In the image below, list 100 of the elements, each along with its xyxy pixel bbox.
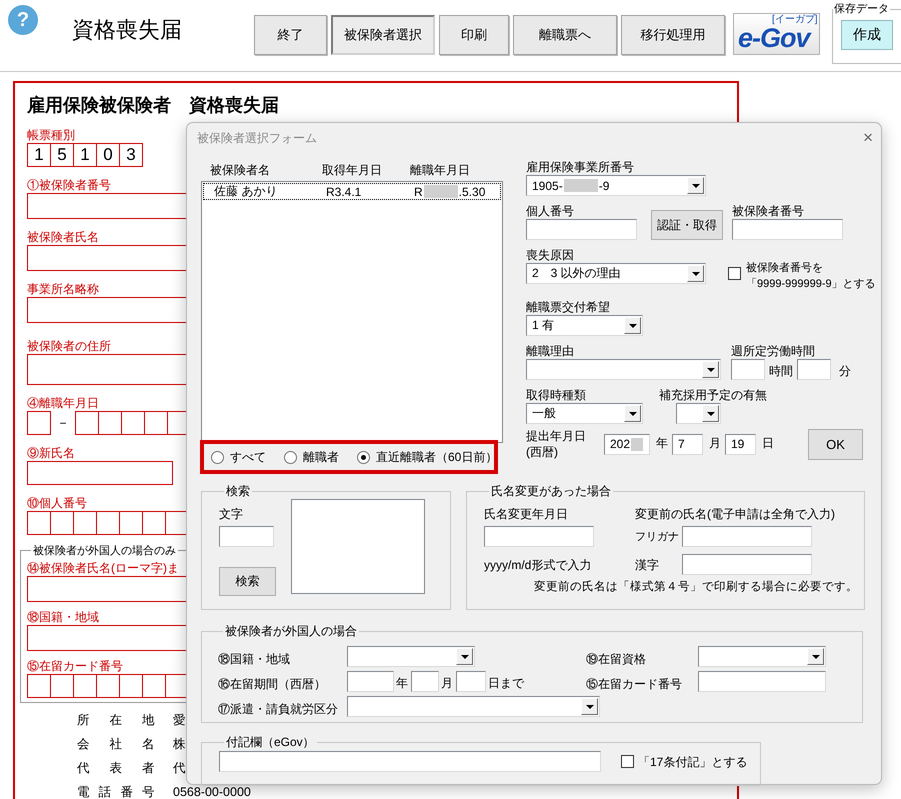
dropdown[interactable]: 1 有 (526, 315, 643, 336)
field-label: ⑨新氏名 (27, 445, 75, 461)
list-cell-text: 佐藤 あかり (214, 183, 278, 200)
toolbar-button[interactable]: 被保険者選択 (331, 15, 435, 55)
group-label: 被保険者が外国人の場合 (224, 624, 358, 638)
digit-cell (142, 674, 166, 698)
group-label: 検索 (225, 484, 251, 498)
digit-cell (121, 411, 145, 435)
input-field[interactable] (219, 526, 274, 547)
create-button[interactable]: 作成 (841, 20, 893, 50)
dropdown-button[interactable] (702, 405, 719, 422)
company-value: 0568-00-0000 (173, 786, 251, 798)
close-button[interactable]: × (863, 129, 873, 147)
checkbox[interactable] (728, 267, 741, 280)
checkbox-label[interactable]: 「9999-999999-9」とする (746, 276, 876, 292)
digit-cell (27, 511, 51, 535)
dropdown[interactable] (526, 359, 721, 380)
field-label: 離職理由 (526, 343, 575, 359)
list-box[interactable]: 佐藤 あかり R3.4.1 R .5.30 (201, 181, 503, 443)
redaction-mark (631, 438, 643, 450)
unit-label: 分 (839, 363, 851, 380)
input-field[interactable]: 7 (672, 434, 703, 454)
checkbox[interactable] (621, 755, 634, 768)
form-heading: 雇用保険被保険者 資格喪失届 (27, 94, 280, 117)
dropdown[interactable] (347, 696, 600, 717)
toolbar-button[interactable]: 移行処理用 (621, 15, 725, 55)
field-label: 氏名変更年月日 (484, 506, 569, 522)
radio-label[interactable]: 直近離職者（60日前） (376, 449, 498, 465)
input-field[interactable] (484, 526, 594, 547)
group-label: 付記欄（eGov） (225, 735, 316, 749)
input-field[interactable] (797, 359, 831, 380)
input-field[interactable]: 202 (604, 434, 650, 454)
toolbar-button[interactable]: 終了 (254, 15, 327, 55)
dropdown-button[interactable] (624, 317, 641, 334)
unit-label: 日 (762, 435, 774, 452)
digit-cell (119, 674, 143, 698)
dropdown-button[interactable] (687, 177, 704, 194)
dropdown[interactable] (676, 403, 721, 424)
egov-logo[interactable]: e-Gov [イーガブ] (733, 13, 820, 55)
dropdown[interactable]: 一般 (526, 403, 643, 424)
dropdown-button[interactable] (687, 265, 704, 282)
company-value: 愛 (173, 714, 186, 726)
input-field[interactable] (682, 554, 812, 575)
toolbar-button[interactable]: 離職票へ (513, 15, 617, 55)
field-label: 事業所名略称 (27, 281, 99, 297)
field-label: 喪失原因 (526, 247, 575, 263)
date-separator: － (56, 414, 70, 432)
note-text: 変更前の氏名は「様式第４号」で印刷する場合に必要です。 (534, 579, 858, 595)
list-row[interactable]: 佐藤 あかり R3.4.1 R .5.30 (203, 183, 501, 200)
dropdown[interactable]: 2 3 以外の理由 (526, 263, 706, 284)
input-field[interactable] (219, 751, 601, 772)
input-field[interactable] (698, 671, 826, 692)
field-label: ①被保険者番号 (27, 177, 111, 193)
search-button[interactable]: 検索 (219, 567, 276, 596)
input-field[interactable] (347, 671, 394, 692)
input-field[interactable] (682, 526, 812, 547)
checkbox-label[interactable]: 被保険者番号を (746, 260, 876, 276)
checkbox-label[interactable]: 「17条付記」とする (638, 754, 748, 770)
radio-label[interactable]: 離職者 (303, 449, 339, 465)
dropdown-button[interactable] (702, 361, 719, 378)
digit-cell (96, 674, 120, 698)
input-field[interactable] (411, 671, 439, 692)
field-label: 文字 (219, 506, 244, 522)
hint-text: yyyy/m/d形式で入力 (484, 557, 592, 573)
field-label: 取得時種類 (526, 387, 587, 403)
input-field[interactable]: 19 (725, 434, 756, 454)
dropdown[interactable] (698, 646, 826, 667)
auth-button[interactable]: 認証・取得 (651, 210, 723, 240)
digit-cell (96, 511, 120, 535)
radio-button[interactable] (284, 450, 297, 464)
group-label: 被保険者が外国人の場合のみ (32, 544, 177, 558)
input-field[interactable] (732, 219, 843, 240)
app-title: 資格喪失届 (72, 16, 182, 44)
digit-cell (119, 511, 143, 535)
digit-cell (50, 674, 74, 698)
unit-label: 日まで (488, 675, 524, 692)
field-label: ⑰派遣・請負就労区分 (218, 701, 339, 717)
radio-button[interactable] (211, 450, 224, 464)
dropdown-button[interactable] (581, 698, 598, 715)
dropdown-button[interactable] (624, 405, 641, 422)
digit-cell (75, 411, 99, 435)
field-label: ⑱国籍・地域 (218, 651, 291, 667)
input-field[interactable] (731, 359, 765, 380)
input-field[interactable] (526, 219, 637, 240)
list-box[interactable] (291, 499, 425, 594)
toolbar-button[interactable]: 印刷 (439, 15, 509, 55)
dropdown-button[interactable] (456, 648, 473, 665)
company-label: 電話番号 (77, 786, 155, 798)
input-field[interactable] (456, 671, 486, 692)
field-label: 提出年月日 (西暦) (526, 428, 587, 460)
ok-button[interactable]: OK (808, 428, 863, 460)
field-label: 離職票交付希望 (526, 299, 611, 315)
company-value: 代 (173, 762, 186, 774)
dropdown-button[interactable] (807, 648, 824, 665)
radio-label[interactable]: すべて (230, 449, 266, 465)
redaction-mark (424, 185, 458, 198)
dropdown[interactable] (347, 646, 475, 667)
radio-button[interactable] (357, 450, 370, 464)
column-header: 取得年月日 (322, 162, 383, 178)
dropdown[interactable]: 1905- -9 (526, 175, 706, 196)
